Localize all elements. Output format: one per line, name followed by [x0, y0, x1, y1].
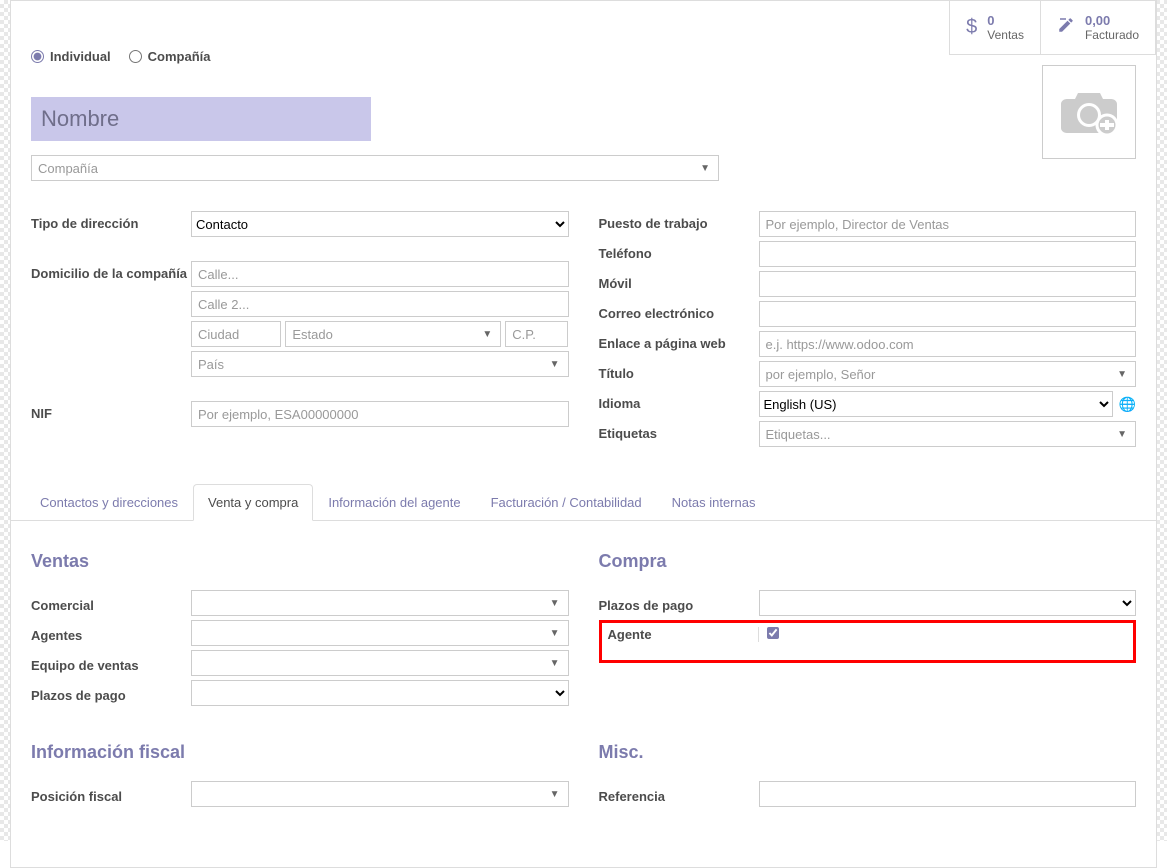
etiquetas-combo[interactable]: ▼ — [759, 421, 1137, 447]
globe-icon[interactable]: 🌐 — [1119, 396, 1136, 413]
dropdown-caret-icon[interactable]: ▼ — [1109, 369, 1135, 380]
puesto-label: Puesto de trabajo — [599, 211, 759, 231]
dropdown-caret-icon[interactable]: ▼ — [1109, 429, 1135, 440]
dropdown-caret-icon[interactable]: ▼ — [542, 789, 568, 800]
image-upload-button[interactable] — [1042, 65, 1136, 159]
plazos-pago-venta-label: Plazos de pago — [31, 683, 191, 703]
calle2-input[interactable] — [191, 291, 569, 317]
telefono-label: Teléfono — [599, 241, 759, 261]
agentes-input[interactable] — [192, 621, 542, 645]
nif-label: NIF — [31, 401, 191, 421]
ventas-section-title: Ventas — [31, 551, 569, 572]
equipo-ventas-combo[interactable]: ▼ — [191, 650, 569, 676]
agentes-label: Agentes — [31, 623, 191, 643]
dropdown-caret-icon[interactable]: ▼ — [474, 329, 500, 340]
radio-individual-label: Individual — [50, 49, 111, 64]
plazos-pago-venta-select[interactable] — [191, 680, 569, 706]
posicion-fiscal-input[interactable] — [192, 782, 542, 806]
stat-facturado-label: Facturado — [1085, 28, 1139, 42]
tab-notas[interactable]: Notas internas — [657, 484, 771, 521]
comercial-label: Comercial — [31, 593, 191, 613]
equipo-ventas-label: Equipo de ventas — [31, 653, 191, 673]
web-label: Enlace a página web — [599, 331, 759, 351]
radio-compania-label: Compañía — [148, 49, 211, 64]
posicion-fiscal-combo[interactable]: ▼ — [191, 781, 569, 807]
etiquetas-label: Etiquetas — [599, 421, 759, 441]
dropdown-caret-icon[interactable]: ▼ — [542, 359, 568, 370]
equipo-ventas-input[interactable] — [192, 651, 542, 675]
stat-facturado-value: 0,00 — [1085, 13, 1139, 28]
referencia-input[interactable] — [759, 781, 1137, 807]
compra-section-title: Compra — [599, 551, 1137, 572]
agentes-combo[interactable]: ▼ — [191, 620, 569, 646]
calle-input[interactable] — [191, 261, 569, 287]
agente-highlight-box: Agente — [599, 620, 1137, 663]
idioma-label: Idioma — [599, 391, 759, 411]
company-input[interactable] — [32, 156, 692, 180]
tab-info-agente[interactable]: Información del agente — [313, 484, 475, 521]
company-combo[interactable]: ▼ — [31, 155, 719, 181]
radio-individual[interactable]: Individual — [31, 49, 111, 64]
plazos-pago-compra-select[interactable] — [759, 590, 1137, 616]
referencia-label: Referencia — [599, 784, 759, 804]
correo-label: Correo electrónico — [599, 301, 759, 321]
comercial-input[interactable] — [192, 591, 542, 615]
tipo-direccion-select[interactable]: Contacto — [191, 211, 569, 237]
pencil-square-icon — [1057, 16, 1075, 40]
nif-input[interactable] — [191, 401, 569, 427]
misc-title: Misc. — [599, 742, 1137, 763]
tab-venta-compra[interactable]: Venta y compra — [193, 484, 313, 521]
radio-compania[interactable]: Compañía — [129, 49, 211, 64]
name-input[interactable] — [31, 97, 371, 141]
cp-input[interactable] — [505, 321, 568, 347]
info-fiscal-title: Información fiscal — [31, 742, 569, 763]
tab-contactos[interactable]: Contactos y direcciones — [25, 484, 193, 521]
plazos-pago-compra-label: Plazos de pago — [599, 593, 759, 613]
domicilio-label: Domicilio de la compañía — [31, 261, 191, 281]
comercial-combo[interactable]: ▼ — [191, 590, 569, 616]
radio-individual-input[interactable] — [31, 50, 44, 63]
stat-ventas[interactable]: $ 0 Ventas — [950, 1, 1041, 55]
pais-combo[interactable]: ▼ — [191, 351, 569, 377]
estado-input[interactable] — [286, 322, 474, 346]
pais-input[interactable] — [192, 352, 542, 376]
movil-label: Móvil — [599, 271, 759, 291]
web-input[interactable] — [759, 331, 1137, 357]
stat-ventas-value: 0 — [987, 13, 1024, 28]
dollar-icon: $ — [966, 16, 977, 39]
dropdown-caret-icon[interactable]: ▼ — [542, 628, 568, 639]
ciudad-input[interactable] — [191, 321, 281, 347]
radio-compania-input[interactable] — [129, 50, 142, 63]
agente-label: Agente — [608, 627, 758, 642]
dropdown-caret-icon[interactable]: ▼ — [542, 598, 568, 609]
posicion-fiscal-label: Posición fiscal — [31, 784, 191, 804]
stat-ventas-label: Ventas — [987, 28, 1024, 42]
titulo-label: Título — [599, 361, 759, 381]
stat-facturado[interactable]: 0,00 Facturado — [1041, 1, 1156, 55]
movil-input[interactable] — [759, 271, 1137, 297]
dropdown-caret-icon[interactable]: ▼ — [692, 163, 718, 174]
idioma-select[interactable]: English (US) — [759, 391, 1113, 417]
etiquetas-input[interactable] — [760, 422, 1110, 446]
agente-checkbox[interactable] — [767, 627, 779, 639]
dropdown-caret-icon[interactable]: ▼ — [542, 658, 568, 669]
titulo-input[interactable] — [760, 362, 1110, 386]
titulo-combo[interactable]: ▼ — [759, 361, 1137, 387]
correo-input[interactable] — [759, 301, 1137, 327]
tipo-direccion-label: Tipo de dirección — [31, 211, 191, 231]
telefono-input[interactable] — [759, 241, 1137, 267]
tab-facturacion[interactable]: Facturación / Contabilidad — [476, 484, 657, 521]
puesto-input[interactable] — [759, 211, 1137, 237]
estado-combo[interactable]: ▼ — [285, 321, 501, 347]
camera-plus-icon — [1057, 87, 1121, 137]
